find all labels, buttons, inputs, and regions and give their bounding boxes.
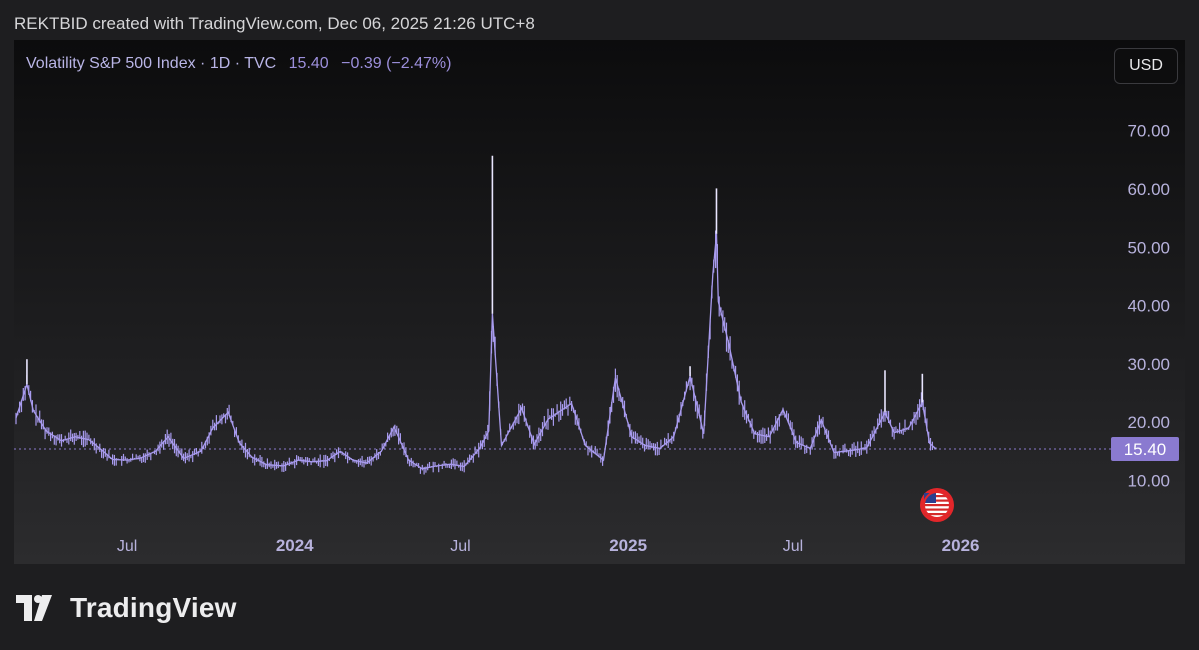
chart-attribution: REKTBID created with TradingView.com, De… (14, 14, 535, 33)
vix-series-line (15, 233, 937, 470)
last-value-badge: 15.40 (1111, 437, 1179, 461)
price-change: −0.39 (−2.47%) (341, 55, 452, 72)
y-tick-label: 20.00 (1127, 413, 1170, 432)
x-tick-label: 2025 (609, 536, 647, 555)
y-tick-label: 60.00 (1127, 180, 1170, 199)
x-tick-label: Jul (450, 538, 470, 555)
series-legend[interactable]: Volatility S&P 500 Index · 1D · TVC 15.4… (26, 55, 459, 73)
x-tick-label: Jul (117, 538, 137, 555)
tradingview-brand: TradingView (16, 592, 237, 624)
last-value-label: 15.40 (1124, 440, 1167, 459)
last-price: 15.40 (288, 55, 329, 72)
tradingview-logo-icon (16, 595, 52, 621)
y-tick-label: 40.00 (1127, 297, 1170, 316)
chart-panel[interactable]: 70.00 60.00 50.00 40.00 30.00 20.00 10.00 Jul 20… (14, 40, 1185, 564)
y-tick-label: 30.00 (1127, 355, 1170, 374)
y-tick-label: 10.00 (1127, 471, 1170, 490)
currency-button[interactable]: USD (1114, 48, 1178, 84)
brand-name: TradingView (70, 592, 237, 623)
us-flag-event-icon[interactable] (920, 488, 954, 522)
vix-daily-bars (15, 230, 937, 475)
y-tick-label: 50.00 (1127, 238, 1170, 257)
x-tick-label: 2026 (942, 536, 980, 555)
y-tick-label: 70.00 (1127, 122, 1170, 141)
symbol-label[interactable]: Volatility S&P 500 Index · 1D · TVC (26, 55, 276, 72)
x-tick-label: 2024 (276, 536, 314, 555)
chart-plot[interactable]: 70.00 60.00 50.00 40.00 30.00 20.00 10.00 Jul 20… (14, 40, 1185, 564)
x-tick-label: Jul (783, 538, 803, 555)
